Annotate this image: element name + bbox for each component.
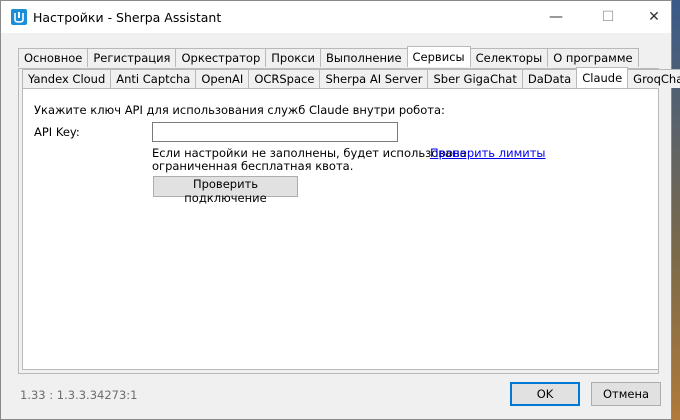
claude-instruction: Укажите ключ API для использования служб… — [34, 103, 445, 117]
tab-sherpa-ai-server[interactable]: Sherpa AI Server — [319, 69, 429, 88]
tab-execution[interactable]: Выполнение — [319, 48, 408, 67]
tab-ocrspace[interactable]: OCRSpace — [248, 69, 321, 88]
api-key-input[interactable] — [152, 122, 398, 142]
quota-note-line1: Если настройки не заполнены, будет испол… — [152, 146, 467, 160]
test-connection-button[interactable]: Проверить подключение — [153, 176, 298, 205]
minimize-button[interactable]: — — [533, 1, 579, 33]
app-icon — [11, 9, 27, 25]
ok-button[interactable]: OK — [510, 382, 580, 406]
window-title: Настройки - Sherpa Assistant — [33, 10, 222, 25]
api-key-label: API Key: — [34, 125, 80, 139]
tab-groqchat[interactable]: GroqChat — [627, 69, 680, 88]
settings-window: Настройки - Sherpa Assistant — ☐ ✕ Основ… — [0, 0, 680, 420]
tab-selectors[interactable]: Селекторы — [469, 48, 549, 67]
tab-sber-gigachat[interactable]: Sber GigaChat — [427, 69, 523, 88]
main-tab-strip: Основное Регистрация Оркестратор Прокси … — [18, 46, 639, 68]
tab-openai[interactable]: OpenAI — [195, 69, 250, 88]
tab-orchestrator[interactable]: Оркестратор — [175, 48, 267, 67]
title-bar: Настройки - Sherpa Assistant — ☐ ✕ — [1, 1, 671, 33]
tab-anti-captcha[interactable]: Anti Captcha — [110, 69, 197, 88]
close-button[interactable]: ✕ — [631, 1, 677, 33]
tab-basic[interactable]: Основное — [18, 48, 89, 67]
service-tab-strip: Yandex Cloud Anti Captcha OpenAI OCRSpac… — [22, 67, 680, 89]
cancel-button[interactable]: Отмена — [591, 382, 661, 406]
tab-claude[interactable]: Claude — [576, 67, 629, 88]
tab-registration[interactable]: Регистрация — [87, 48, 177, 67]
tab-dadata[interactable]: DaData — [521, 69, 578, 88]
check-limits-link[interactable]: Проверить лимиты — [430, 146, 546, 160]
tab-about[interactable]: О программе — [547, 48, 639, 67]
tab-proxy[interactable]: Прокси — [265, 48, 321, 67]
tab-services[interactable]: Сервисы — [406, 46, 471, 67]
quota-note-line2: ограниченная бесплатная квота. — [152, 159, 354, 173]
tab-yandex-cloud[interactable]: Yandex Cloud — [22, 69, 112, 88]
version-label: 1.33 : 1.3.3.34273:1 — [20, 388, 138, 402]
maximize-button[interactable]: ☐ — [585, 1, 631, 33]
